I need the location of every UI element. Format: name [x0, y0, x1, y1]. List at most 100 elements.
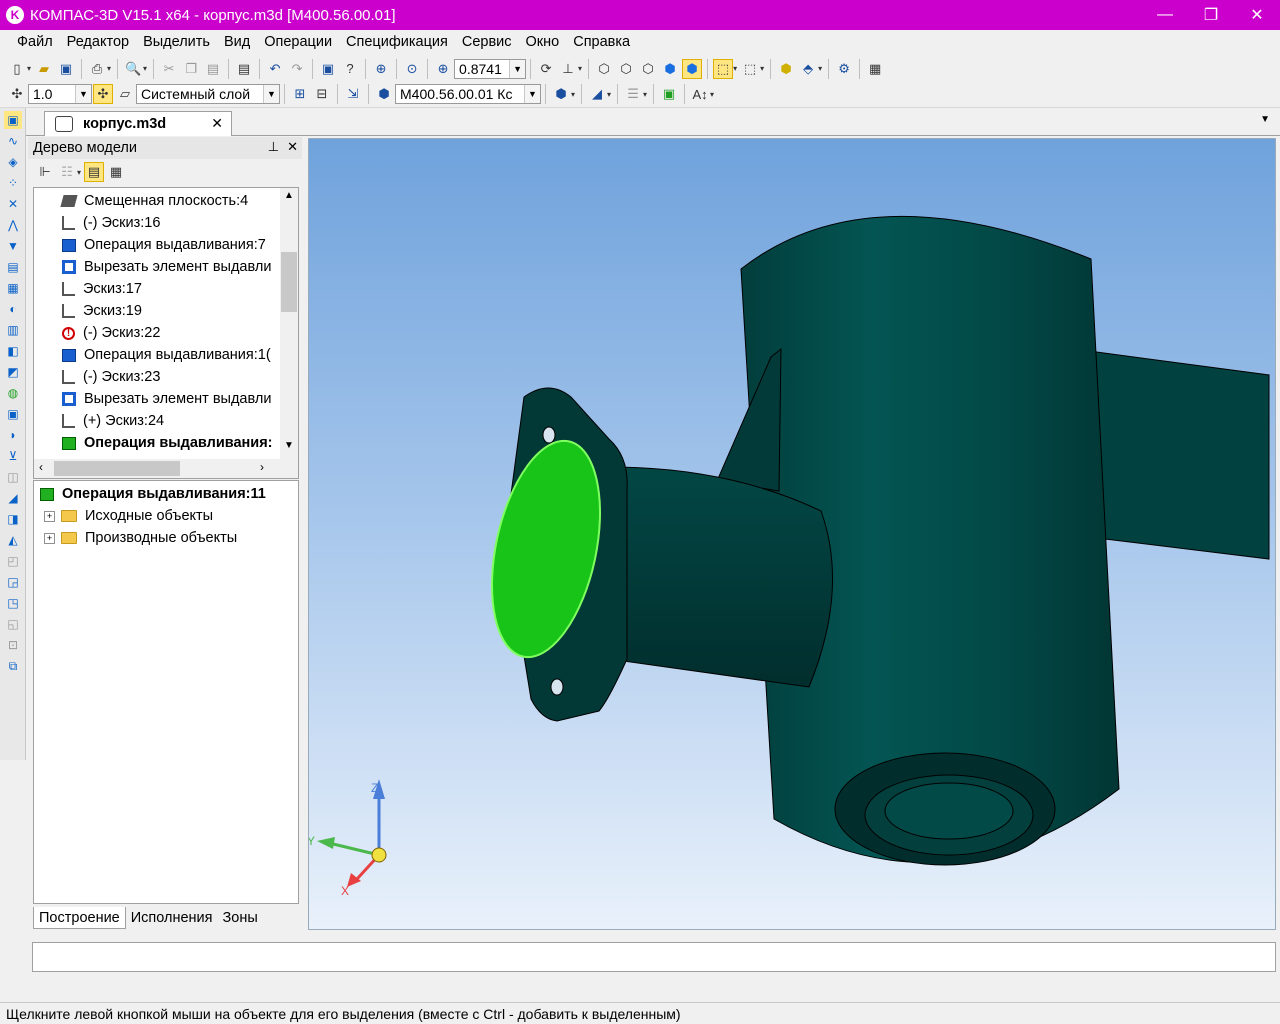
scroll-thumb[interactable]	[54, 461, 180, 476]
orientation-icon[interactable]: ⊥	[558, 59, 578, 79]
scroll-left-icon[interactable]: ‹	[39, 460, 43, 474]
chevron-down-icon[interactable]: ▼	[509, 59, 526, 78]
open-folder-icon[interactable]: ▰	[34, 59, 54, 79]
new-dropdown-arrow[interactable]: ▾	[27, 64, 31, 73]
rib-icon[interactable]: ◭	[4, 531, 22, 549]
zoom-scale-icon[interactable]: ⊕	[433, 59, 453, 79]
menu-help[interactable]: Справка	[566, 34, 637, 50]
paste-icon[interactable]: ▤	[203, 59, 223, 79]
close-tab-icon[interactable]: ✕	[211, 115, 223, 132]
tree-horizontal-scrollbar[interactable]: ‹ ›	[34, 459, 298, 478]
reports-icon[interactable]: ▦	[4, 279, 22, 297]
tree-item[interactable]: Операция выдавливания:7	[34, 234, 266, 256]
split-icon[interactable]: ◱	[4, 615, 22, 633]
menu-operations[interactable]: Операции	[257, 34, 339, 50]
3d-viewport[interactable]: Z Y X	[308, 138, 1276, 930]
tree-item[interactable]: (+) Эскиз:24	[34, 410, 164, 432]
wireframe-icon[interactable]: ⬡	[594, 59, 614, 79]
manager-icon[interactable]: ▣	[318, 59, 338, 79]
context-help-icon[interactable]: ?	[340, 59, 360, 79]
relations-root[interactable]: Операция выдавливания:11	[34, 483, 266, 505]
shell-icon[interactable]: ◰	[4, 552, 22, 570]
menu-select[interactable]: Выделить	[136, 34, 217, 50]
color-properties-icon[interactable]: ⬢	[551, 84, 571, 104]
filter-dropdown-arrow[interactable]: ▾	[733, 64, 737, 73]
incline-icon[interactable]: ◲	[4, 573, 22, 591]
component-dropdown-arrow[interactable]: ▾	[818, 64, 822, 73]
cut-icon[interactable]: ✂	[159, 59, 179, 79]
chamfer-icon[interactable]: ◨	[4, 510, 22, 528]
undo-icon[interactable]: ↶	[265, 59, 285, 79]
variables-icon[interactable]: ▣	[659, 84, 679, 104]
cut-extrude-tool-icon[interactable]: ▣	[4, 405, 22, 423]
snap-dropdown-arrow[interactable]: ▾	[760, 64, 764, 73]
auxiliary-geometry-icon[interactable]: ✕	[4, 195, 22, 213]
expand-icon[interactable]: +	[44, 532, 55, 544]
zoom-scale-combobox[interactable]: 0.8741 ▼	[454, 58, 527, 79]
expand-icon[interactable]: +	[44, 510, 55, 522]
tree-item[interactable]: Вырезать элемент выдавли	[34, 256, 271, 278]
save-icon[interactable]: ▣	[56, 59, 76, 79]
cube-yellow-icon[interactable]: ⬢	[776, 59, 796, 79]
tree-item[interactable]: Эскиз:19	[34, 300, 142, 322]
tree-detail-icon[interactable]: ▤	[84, 162, 105, 182]
place-component-icon[interactable]: ⬘	[798, 59, 818, 79]
layers-dropdown-arrow[interactable]: ▾	[643, 90, 647, 99]
close-panel-icon[interactable]: ✕	[287, 139, 298, 155]
menu-service[interactable]: Сервис	[455, 34, 519, 50]
tree-properties-icon[interactable]: ▦	[106, 162, 126, 182]
loft-icon[interactable]: ◍	[4, 384, 22, 402]
chevron-down-icon[interactable]: ▼	[75, 85, 91, 103]
cut-loft-icon[interactable]: ◫	[4, 468, 22, 486]
copy-icon[interactable]: ❐	[181, 59, 201, 79]
designation-combobox[interactable]: M400.56.00.01 Кс ▼	[395, 84, 541, 104]
section-icon[interactable]: ◳	[4, 594, 22, 612]
tree-item[interactable]: Операция выдавливания:1(	[34, 344, 271, 366]
tree-item[interactable]: ! (-) Эскиз:22	[34, 322, 160, 344]
filter-icon[interactable]: ▼	[4, 237, 22, 255]
close-window-button[interactable]: ✕	[1234, 0, 1280, 30]
scroll-up-icon[interactable]: ▲	[280, 190, 298, 206]
document-tab[interactable]: корпус.m3d ✕	[44, 111, 232, 136]
section-dropdown-arrow[interactable]: ▾	[607, 90, 611, 99]
snap-filter-icon[interactable]: ⬚	[740, 59, 760, 79]
specification-icon[interactable]: ▤	[4, 258, 22, 276]
step-combobox[interactable]: 1.0 ▼	[28, 84, 92, 104]
kinematic-icon[interactable]: ◩	[4, 363, 22, 381]
designation-icon[interactable]: ⬢	[374, 84, 394, 104]
edit-details-icon[interactable]: ▣	[4, 111, 22, 129]
diagnostics-icon[interactable]: ⋀	[4, 216, 22, 234]
extrude-icon[interactable]: ▥	[4, 321, 22, 339]
tab-executions[interactable]: Исполнения	[126, 907, 218, 929]
cs-settings-icon[interactable]: ⊟	[312, 84, 332, 104]
calculator-icon[interactable]: ▦	[865, 59, 885, 79]
zoom-window-icon[interactable]: ⊕	[371, 59, 391, 79]
print-icon[interactable]: ⎙	[87, 59, 107, 79]
tab-construction[interactable]: Построение	[33, 907, 126, 929]
tree-structure-icon[interactable]: ⊩	[35, 162, 55, 182]
lock-icon[interactable]: ⊡	[4, 636, 22, 654]
layers-stack-icon[interactable]: ☰	[623, 84, 643, 104]
menu-view[interactable]: Вид	[217, 34, 257, 50]
orientation-dropdown-arrow[interactable]: ▾	[578, 64, 582, 73]
cut-kinematic-icon[interactable]: ⊻	[4, 447, 22, 465]
grid-snap-icon[interactable]: ✣	[93, 84, 113, 104]
tree-mode-dropdown-arrow[interactable]: ▾	[77, 168, 81, 177]
object-relations-tree[interactable]: Операция выдавливания:11 + Исходные объе…	[33, 480, 299, 904]
tree-item[interactable]: (-) Эскиз:16	[34, 212, 160, 234]
surfaces-icon[interactable]: ◈	[4, 153, 22, 171]
chevron-down-icon[interactable]: ▼	[263, 85, 279, 103]
copy-geometry-icon[interactable]: ⧉	[4, 657, 22, 675]
relations-item-derived[interactable]: + Производные объекты	[34, 527, 237, 549]
menu-specification[interactable]: Спецификация	[339, 34, 455, 50]
minimize-button[interactable]: —	[1142, 0, 1188, 30]
redo-icon[interactable]: ↷	[287, 59, 307, 79]
halftone-icon[interactable]: ⬢	[660, 59, 680, 79]
tree-item[interactable]: Вырезать элемент выдавли	[34, 388, 271, 410]
local-cs-icon[interactable]: ⊞	[290, 84, 310, 104]
spatial-curves-icon[interactable]: ∿	[4, 132, 22, 150]
rotate-body-icon[interactable]: ◧	[4, 342, 22, 360]
section-view-icon[interactable]: ◢	[587, 84, 607, 104]
pin-icon[interactable]: ⊥	[268, 139, 279, 155]
kompas-app-icon[interactable]: K	[6, 6, 24, 24]
